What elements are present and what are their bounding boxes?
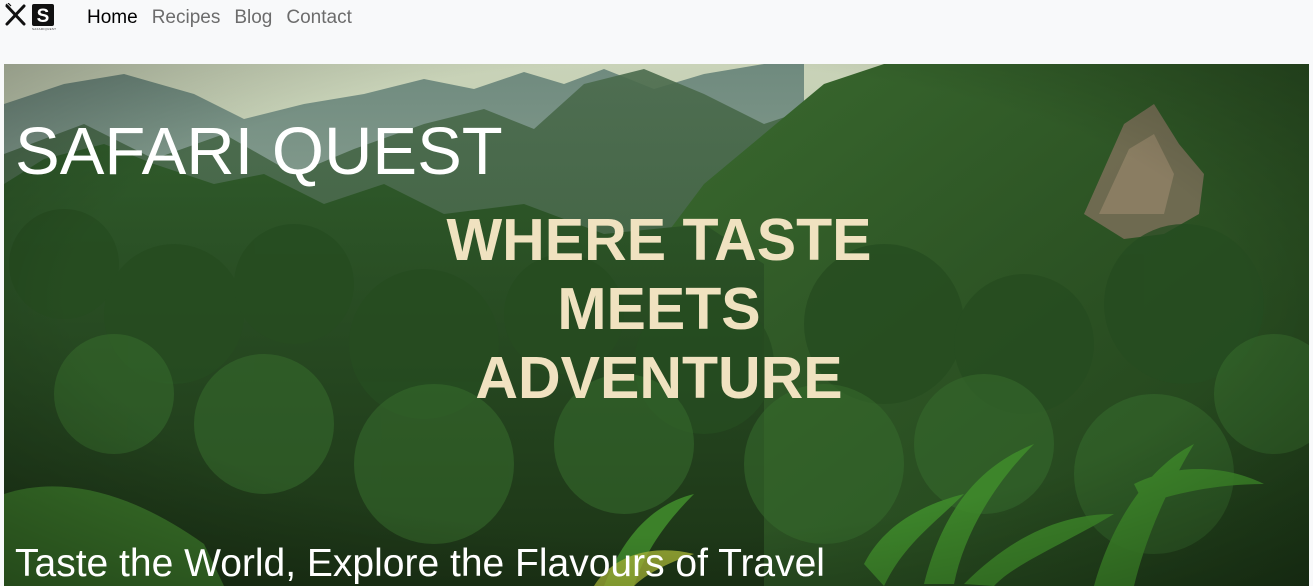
- main-nav: Home Recipes Blog Contact: [80, 6, 359, 30]
- nav-link-contact[interactable]: Contact: [279, 6, 358, 30]
- nav-link-home[interactable]: Home: [80, 6, 145, 30]
- logo-letter: S: [37, 6, 50, 27]
- hero-tagline: Taste the World, Explore the Flavours of…: [15, 542, 825, 585]
- navbar: S SAFARIQUEST Home Recipes Blog Contact: [0, 0, 1313, 40]
- fork-knife-logo-icon: S: [4, 3, 56, 27]
- headline-line-1: WHERE TASTE: [446, 207, 872, 273]
- nav-link-blog[interactable]: Blog: [227, 6, 279, 30]
- brand-title: SAFARI QUEST: [15, 114, 503, 189]
- nav-link-recipes[interactable]: Recipes: [145, 6, 228, 30]
- brand-logo[interactable]: S SAFARIQUEST: [4, 3, 56, 34]
- hero-headline: WHERE TASTE MEETS ADVENTURE: [409, 206, 909, 413]
- logo-subtitle: SAFARIQUEST: [32, 27, 57, 31]
- headline-line-2: MEETS: [557, 276, 761, 342]
- headline-line-3: ADVENTURE: [475, 345, 843, 411]
- hero-banner: SAFARI QUEST WHERE TASTE MEETS ADVENTURE…: [4, 64, 1309, 586]
